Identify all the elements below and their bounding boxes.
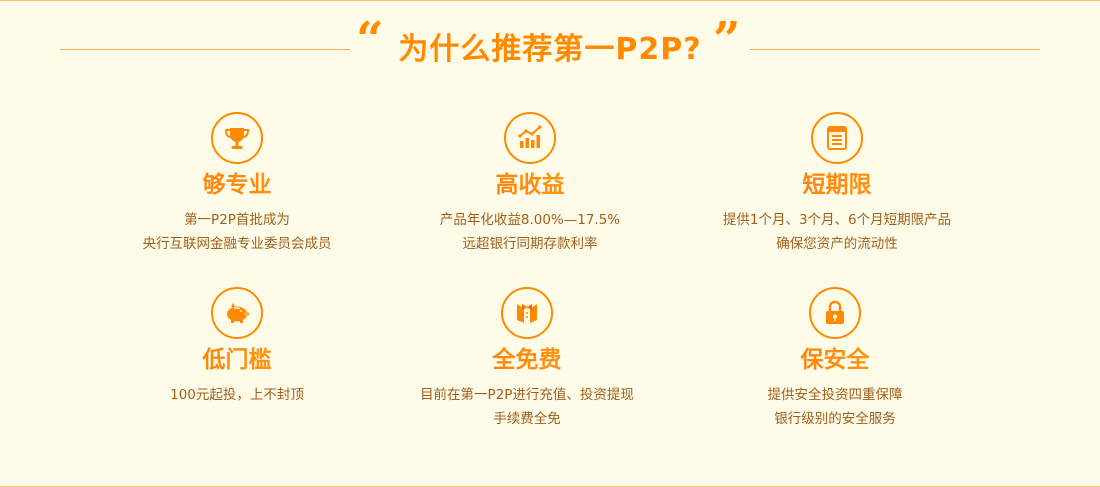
growth-chart-icon [504,112,556,164]
feature-desc-line: 目前在第一P2P进行充值、投资提现 [420,387,634,403]
trophy-icon [211,112,263,164]
feature-title: 低门槛 [77,345,397,375]
feature-title: 高收益 [370,170,690,200]
feature-desc-line: 确保您资产的流动性 [776,236,898,252]
feature-professional: 够专业 第一P2P首批成为 央行互联网金融专业委员会成员 [77,112,397,256]
feature-title: 短期限 [677,170,997,200]
section-header: “ 为什么推荐第一P2P? ” [0,16,1100,78]
feature-desc-line: 提供安全投资四重保障 [767,387,903,403]
feature-desc-line: 100元起投，上不封顶 [170,387,304,403]
feature-desc-line: 远超银行同期存款利率 [462,236,598,252]
close-quote-icon: ” [713,12,741,68]
feature-desc-line: 第一P2P首批成为 [184,212,290,228]
header-rule-right [750,49,1040,50]
padlock-icon [809,287,861,339]
feature-title: 保安全 [675,345,995,375]
feature-desc-line: 手续费全免 [493,411,561,427]
open-quote-icon: “ [356,12,384,68]
feature-desc-line: 银行级别的安全服务 [774,411,896,427]
feature-title: 全免费 [367,345,687,375]
feature-title: 够专业 [77,170,397,200]
feature-low-threshold: 低门槛 100元起投，上不封顶 [77,287,397,407]
feature-desc-line: 提供1个月、3个月、6个月短期限产品 [722,212,952,228]
section-title: 为什么推荐第一P2P? [398,32,702,67]
feature-short-term: 短期限 提供1个月、3个月、6个月短期限产品 确保您资产的流动性 [677,112,997,256]
feature-desc-line: 产品年化收益8.00%—17.5% [439,212,621,228]
feature-high-yield: 高收益 产品年化收益8.00%—17.5% 远超银行同期存款利率 [370,112,690,256]
feature-desc-line: 央行互联网金融专业委员会成员 [142,236,332,252]
feature-free: 全免费 目前在第一P2P进行充值、投资提现 手续费全免 [367,287,687,431]
bow-tie-icon [501,287,553,339]
feature-security: 保安全 提供安全投资四重保障 银行级别的安全服务 [675,287,995,431]
header-rule-left [60,49,350,50]
document-icon [811,112,863,164]
piggy-bank-icon [211,287,263,339]
